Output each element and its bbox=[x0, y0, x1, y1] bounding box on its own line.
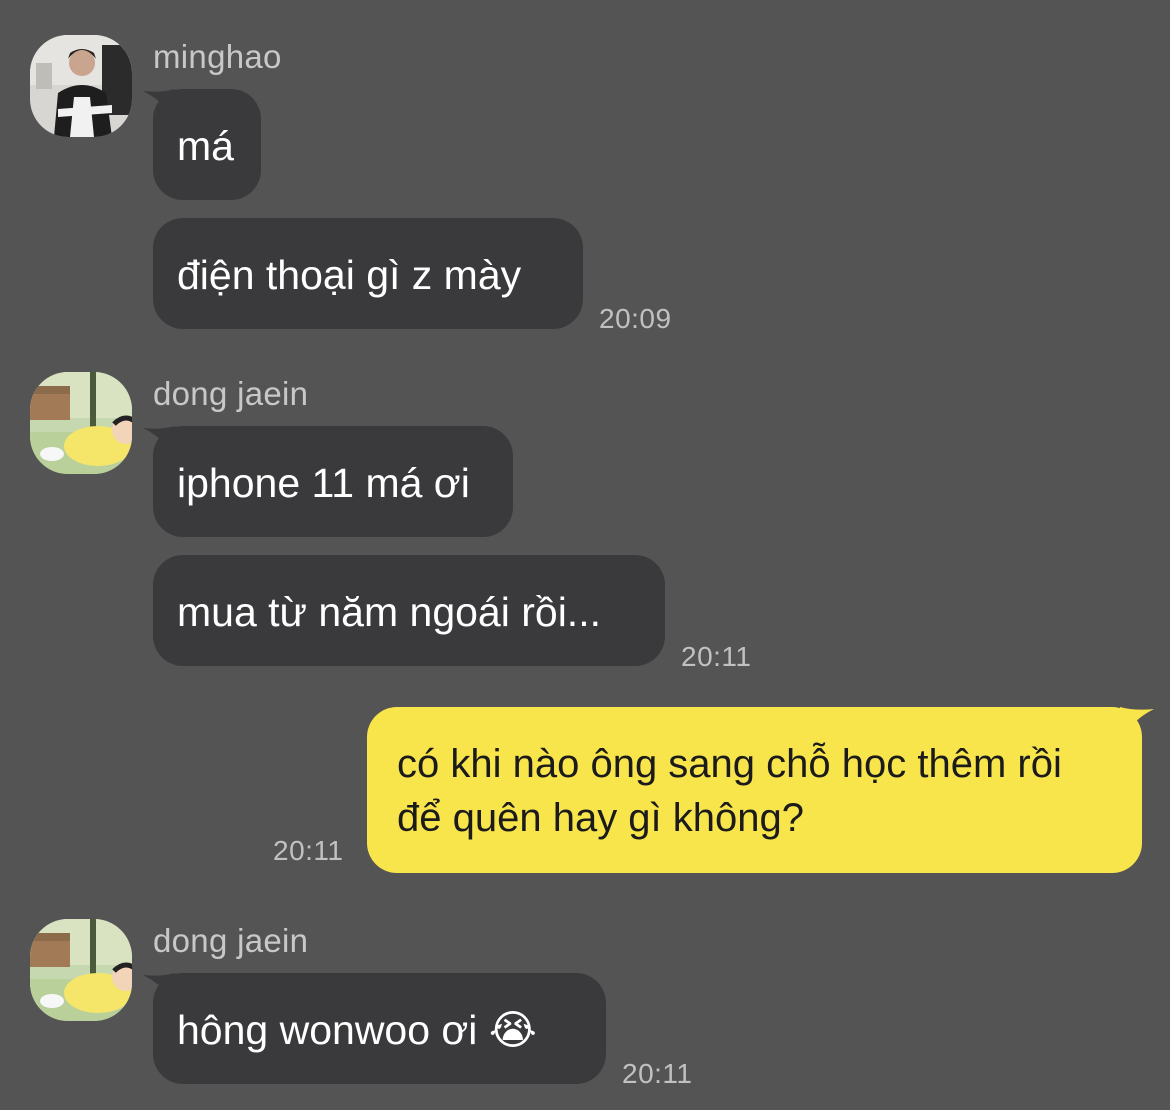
sender-name: minghao bbox=[153, 38, 282, 75]
sender-name: dong jaein bbox=[153, 922, 309, 959]
message-text: hông wonwoo ơi bbox=[177, 1007, 478, 1053]
loudly-crying-face-icon: 😭 bbox=[488, 1006, 537, 1054]
message-timestamp: 20:11 bbox=[681, 641, 752, 672]
sender-name: dong jaein bbox=[153, 375, 309, 412]
message-text: mua từ năm ngoái rồi... bbox=[177, 589, 601, 635]
incoming-message-bubble[interactable]: hông wonwoo ơi 😭 bbox=[143, 973, 606, 1084]
outgoing-message-bubble[interactable]: có khi nào ông sang chỗ học thêm rồi để … bbox=[367, 707, 1154, 873]
message-text: má bbox=[177, 123, 234, 169]
message-text: iphone 11 má ơi bbox=[177, 460, 470, 506]
incoming-message-bubble[interactable]: iphone 11 má ơi bbox=[143, 426, 513, 537]
avatar-dong-jaein[interactable] bbox=[30, 372, 132, 474]
avatar-dong-jaein[interactable] bbox=[30, 919, 132, 1021]
cartoon-character-icon bbox=[30, 919, 132, 1021]
message-text: có khi nào ông sang chỗ học thêm rồi để … bbox=[397, 742, 1062, 840]
bubble-tail-icon bbox=[143, 426, 175, 460]
message-timestamp: 20:11 bbox=[622, 1058, 693, 1089]
avatar-minghao[interactable] bbox=[30, 35, 132, 137]
incoming-message-bubble[interactable]: mua từ năm ngoái rồi... bbox=[153, 555, 665, 666]
message-text: điện thoại gì z mày bbox=[177, 252, 522, 298]
cartoon-character-icon bbox=[30, 372, 132, 474]
message-timestamp: 20:11 bbox=[273, 835, 344, 866]
minghao-photo-icon bbox=[30, 35, 132, 137]
bubble-tail-icon bbox=[143, 89, 175, 123]
message-timestamp: 20:09 bbox=[599, 303, 672, 334]
incoming-message-bubble[interactable]: má bbox=[143, 89, 261, 200]
bubble-tail-icon bbox=[1120, 707, 1154, 743]
bubble-tail-icon bbox=[143, 973, 175, 1007]
chat-thread: minghao má điện thoại gì z mày 20:09 don… bbox=[0, 0, 1170, 1110]
incoming-message-bubble[interactable]: điện thoại gì z mày bbox=[153, 218, 583, 329]
